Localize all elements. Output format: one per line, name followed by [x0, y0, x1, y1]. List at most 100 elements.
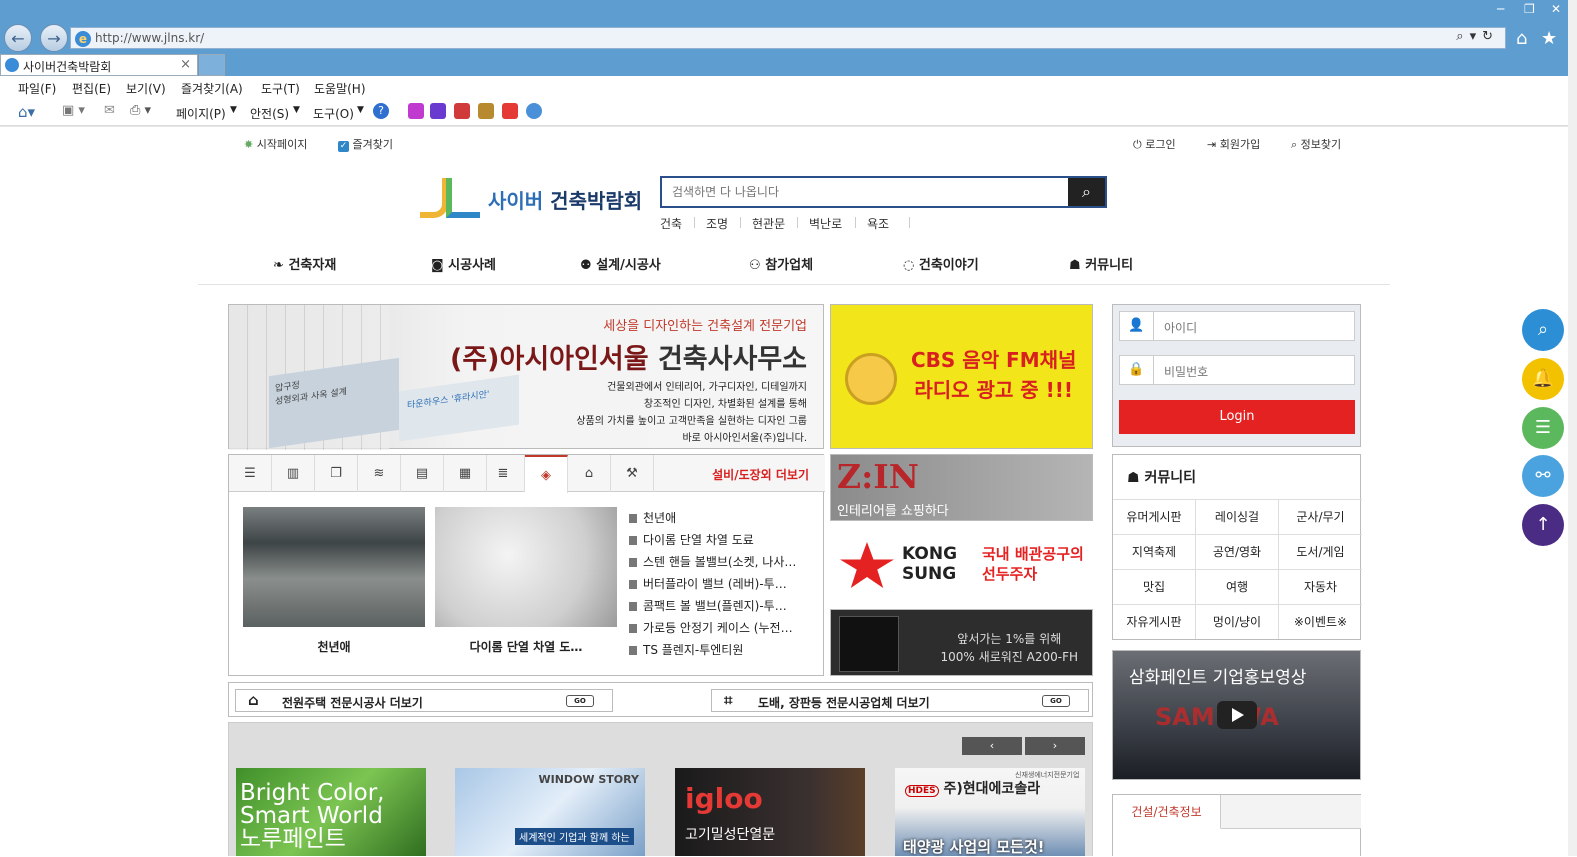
print-icon[interactable]: ⎙ ▾: [130, 103, 151, 118]
side-search-button[interactable]: ⌕: [1522, 309, 1564, 351]
tab-building-icon[interactable]: ▥: [272, 455, 315, 492]
find-info-link[interactable]: ⌕ 정보찾기: [1291, 136, 1341, 152]
list-item[interactable]: 천년애: [629, 509, 676, 526]
community-item[interactable]: 지역축제: [1113, 534, 1196, 569]
address-bar[interactable]: e http://www.jlns.kr/ ⌕▾↻: [70, 27, 1506, 49]
cmd-home-icon[interactable]: ⌂▾: [18, 103, 35, 121]
wallpaper-builders-link[interactable]: ⌗ 도배, 장판등 전문시공업체 더보기 GO: [711, 689, 1089, 712]
favorites-link[interactable]: ✓ 즐겨찾기: [338, 136, 393, 152]
community-item[interactable]: 자동차: [1279, 569, 1362, 604]
safety-dropdown-icon[interactable]: ▼: [293, 105, 300, 115]
cmd-safety[interactable]: 안전(S): [250, 105, 289, 122]
password-field[interactable]: 🔒 비밀번호: [1119, 355, 1355, 385]
nav-construction-cases[interactable]: ◙ 시공사례: [431, 254, 496, 273]
side-binoculars-button[interactable]: ⚯: [1522, 455, 1564, 497]
keyword-link[interactable]: 현관문: [752, 215, 785, 232]
community-item[interactable]: 레이싱걸: [1196, 499, 1279, 534]
scrollbar[interactable]: [1568, 0, 1577, 856]
thumbnail-caption[interactable]: 천년애: [243, 638, 425, 655]
tools-dropdown-icon[interactable]: ▼: [357, 105, 364, 115]
housing-builders-link[interactable]: ⌂ 전원주택 전문시공사 더보기 GO: [235, 689, 613, 712]
community-item[interactable]: 자유게시판: [1113, 604, 1196, 639]
addon-2-icon[interactable]: [430, 103, 446, 119]
addon-5-icon[interactable]: [502, 103, 518, 119]
start-page-link[interactable]: ✸ 시작페이지: [244, 136, 307, 152]
community-item[interactable]: 군사/무기: [1279, 499, 1362, 534]
community-item[interactable]: 유머게시판: [1113, 499, 1196, 534]
tab-grid-icon[interactable]: ▦: [444, 455, 487, 492]
community-item[interactable]: 공연/영화: [1196, 534, 1279, 569]
tab-cube-icon[interactable]: ◈: [525, 455, 568, 493]
menu-file[interactable]: 파일(F): [18, 80, 56, 97]
forward-button[interactable]: →: [40, 24, 68, 52]
list-item[interactable]: 다이롬 단열 차열 도료: [629, 531, 754, 548]
addon-4-icon[interactable]: [478, 103, 494, 119]
go-button[interactable]: GO: [1042, 695, 1070, 707]
carousel-prev-button[interactable]: ‹: [962, 737, 1022, 755]
favorites-star-icon[interactable]: ★: [1541, 28, 1557, 49]
zin-ad[interactable]: Z:IN 인테리어를 쇼핑하다: [830, 454, 1093, 521]
login-link[interactable]: ⏻ 로그인: [1133, 136, 1176, 152]
architecture-banner[interactable]: 압구정 성형외과 사옥 설계 타운하우스 '휴라시안' 세상을 디자인하는 건축설…: [228, 304, 824, 450]
menu-view[interactable]: 보기(V): [126, 80, 166, 97]
side-list-button[interactable]: ☰: [1522, 407, 1564, 449]
list-item[interactable]: TS 플렌지-투엔티원: [629, 641, 743, 658]
nav-participants[interactable]: ⚇ 참가업체: [749, 254, 813, 273]
help-icon[interactable]: ?: [373, 103, 389, 119]
play-button-icon[interactable]: [1217, 701, 1257, 729]
addon-1-icon[interactable]: [408, 103, 424, 119]
cbs-radio-banner[interactable]: CBS 음악 FM채널 라디오 광고 중 !!!: [830, 304, 1093, 449]
more-link[interactable]: 설비/도장외 더보기: [712, 466, 809, 483]
site-logo[interactable]: 사이버 건축박람회: [420, 176, 645, 220]
address-tools-icon[interactable]: ⌕▾↻: [1456, 29, 1499, 44]
igloo-card[interactable]: igloo 고기밀성단열문: [675, 768, 865, 856]
side-notification-button[interactable]: 🔔: [1522, 358, 1564, 400]
window-story-card[interactable]: WINDOW STORY 세계적인 기업과 함께 하는: [455, 768, 645, 856]
tab-hammer-icon[interactable]: ⚒: [611, 455, 654, 492]
community-item[interactable]: 도서/게임: [1279, 534, 1362, 569]
search-button[interactable]: ⌕: [1068, 178, 1105, 206]
nav-building-materials[interactable]: ❧ 건축자재: [273, 254, 336, 273]
addon-3-icon[interactable]: [454, 103, 470, 119]
menu-edit[interactable]: 편집(E): [72, 80, 111, 97]
minimize-icon[interactable]: ─: [1497, 2, 1504, 16]
community-item[interactable]: 멍이/냥이: [1196, 604, 1279, 639]
keyword-link[interactable]: 조명: [706, 215, 728, 232]
keyword-link[interactable]: 욕조: [867, 215, 889, 232]
back-button[interactable]: ←: [4, 24, 32, 52]
close-window-icon[interactable]: ✕: [1551, 2, 1561, 16]
community-item[interactable]: ※이벤트※: [1279, 604, 1362, 639]
nav-design-builders[interactable]: ⚉ 설계/시공사: [580, 254, 661, 273]
id-field[interactable]: 👤 아이디: [1119, 311, 1355, 341]
side-top-button[interactable]: ↑: [1522, 504, 1564, 546]
nav-building-stories[interactable]: ◌ 건축이야기: [903, 254, 979, 273]
keyword-link[interactable]: 벽난로: [809, 215, 842, 232]
join-link[interactable]: ⇥ 회원가입: [1207, 136, 1260, 152]
home-icon[interactable]: ⌂: [1516, 28, 1527, 49]
menu-favorites[interactable]: 즐겨찾기(A): [181, 80, 243, 97]
list-item[interactable]: 가로등 안정기 케이스 (누전…: [629, 619, 793, 636]
menu-help[interactable]: 도움말(H): [314, 80, 366, 97]
tab-archive-icon[interactable]: ▤: [401, 455, 444, 492]
community-item[interactable]: 여행: [1196, 569, 1279, 604]
doorlock-ad[interactable]: 앞서가는 1%를 위해 100% 새로워진 A200-FH: [830, 609, 1093, 676]
promo-video[interactable]: 삼화페인트 기업홍보영상 SAMHWA: [1112, 650, 1361, 780]
nav-community[interactable]: ☗ 커뮤니티: [1069, 254, 1133, 273]
tab-table-icon[interactable]: ≣: [482, 455, 525, 492]
cmd-page[interactable]: 페이지(P): [176, 105, 226, 122]
browser-tab[interactable]: 사이버건축박람회 ×: [0, 54, 198, 76]
tab-list-icon[interactable]: ☰: [229, 455, 272, 492]
restore-icon[interactable]: ❐: [1524, 2, 1535, 16]
tab-wifi-icon[interactable]: ≋: [358, 455, 401, 492]
list-item[interactable]: 콤팩트 볼 밸브(플렌지)-투…: [629, 597, 787, 614]
list-item[interactable]: 스텐 핸들 볼밸브(소켓, 나사…: [629, 553, 796, 570]
tab-bank-icon[interactable]: ⌂: [568, 455, 611, 492]
page-dropdown-icon[interactable]: ▼: [230, 105, 237, 115]
product-thumbnail[interactable]: [435, 507, 617, 627]
tab-construction-info[interactable]: 건설/건축정보: [1113, 795, 1221, 829]
menu-tools[interactable]: 도구(T): [261, 80, 300, 97]
hyundai-eco-solar-card[interactable]: 신재생에너지전문기업 HDES 주)현대에코솔라 태양광 사업의 모든것!: [895, 768, 1085, 856]
kongsung-ad[interactable]: KONG SUNG 국내 배관공구의 선두주자: [830, 526, 1093, 604]
mail-icon[interactable]: ✉: [104, 103, 115, 118]
tab-copy-icon[interactable]: ❐: [315, 455, 358, 492]
